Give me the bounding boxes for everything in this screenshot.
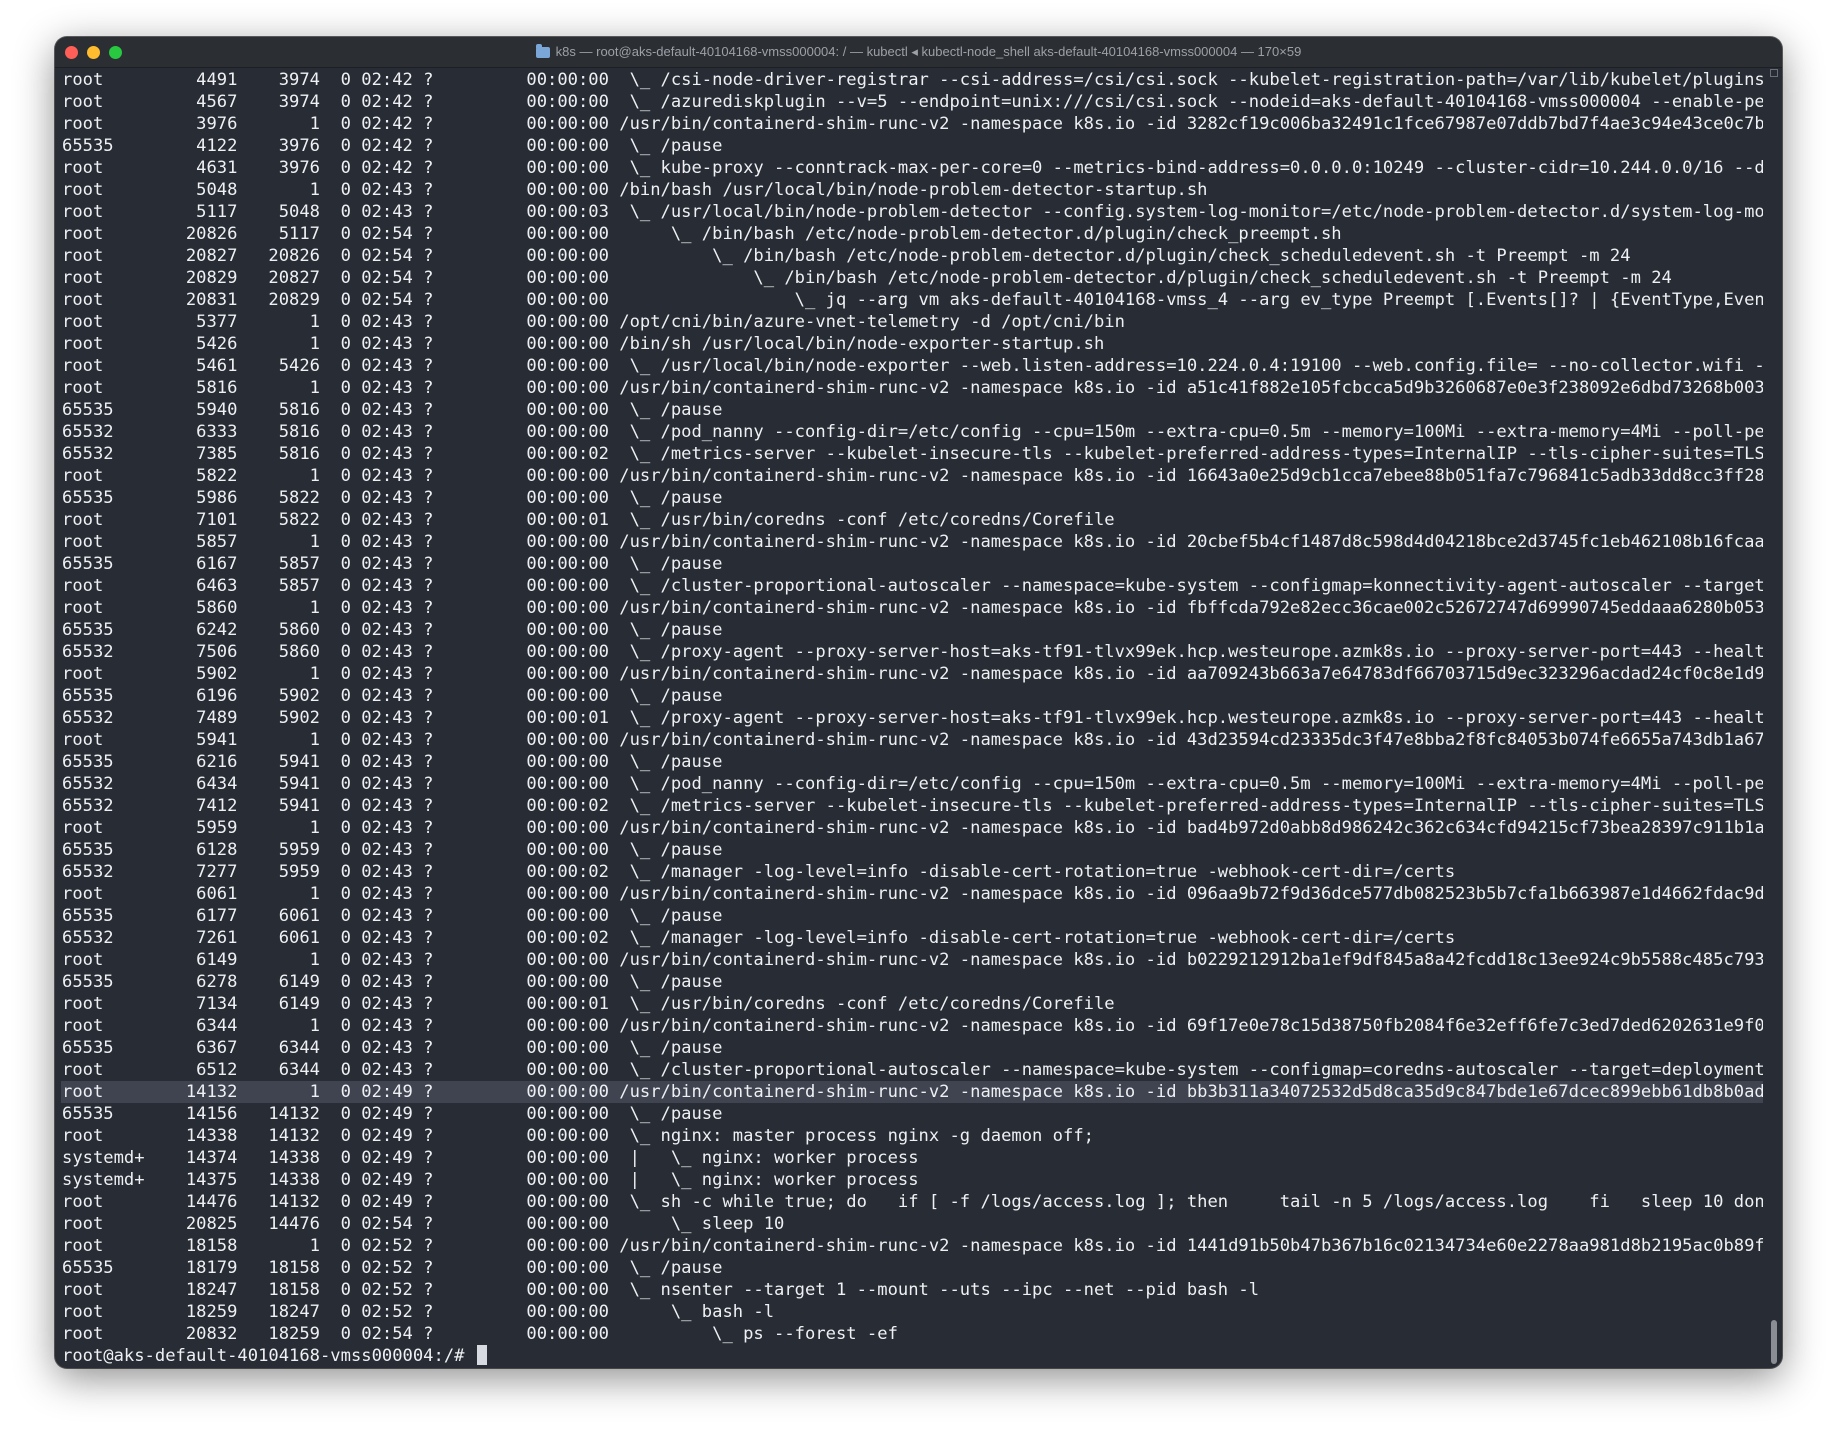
terminal-line: 65535 18179 18158 0 02:52 ? 00:00:00 \_ … <box>62 1258 723 1278</box>
terminal-line: root 14338 14132 0 02:49 ? 00:00:00 \_ n… <box>62 1126 1094 1146</box>
zoom-icon[interactable] <box>109 46 122 59</box>
terminal-line: root 5377 1 0 02:43 ? 00:00:00 /opt/cni/… <box>62 312 1125 332</box>
terminal-line: 65535 6242 5860 0 02:43 ? 00:00:00 \_ /p… <box>62 620 723 640</box>
terminal-line: root 4491 3974 0 02:42 ? 00:00:00 \_ /cs… <box>62 70 1763 90</box>
terminal-line: root 18259 18247 0 02:52 ? 00:00:00 \_ b… <box>62 1302 775 1322</box>
terminal-line: 65532 6333 5816 0 02:43 ? 00:00:00 \_ /p… <box>62 422 1763 442</box>
terminal-line: root 5117 5048 0 02:43 ? 00:00:03 \_ /us… <box>62 202 1763 222</box>
terminal-line: root 6344 1 0 02:43 ? 00:00:00 /usr/bin/… <box>62 1016 1763 1036</box>
folder-icon <box>535 43 550 58</box>
terminal-line: 65535 6216 5941 0 02:43 ? 00:00:00 \_ /p… <box>62 752 723 772</box>
terminal-line: 65535 6177 6061 0 02:43 ? 00:00:00 \_ /p… <box>62 906 723 926</box>
text-cursor <box>476 1345 487 1365</box>
minimize-icon[interactable] <box>87 46 100 59</box>
scrollbar-thumb[interactable] <box>1771 1320 1777 1364</box>
terminal-line: root 5816 1 0 02:43 ? 00:00:00 /usr/bin/… <box>62 378 1763 398</box>
terminal-line: root 18158 1 0 02:52 ? 00:00:00 /usr/bin… <box>62 1236 1763 1256</box>
terminal-line: 65532 7506 5860 0 02:43 ? 00:00:00 \_ /p… <box>62 642 1763 662</box>
terminal-line: 65535 6167 5857 0 02:43 ? 00:00:00 \_ /p… <box>62 554 723 574</box>
terminal-line: root 5426 1 0 02:43 ? 00:00:00 /bin/sh /… <box>62 334 1105 354</box>
terminal-line: root 3976 1 0 02:42 ? 00:00:00 /usr/bin/… <box>62 114 1763 134</box>
close-icon[interactable] <box>65 46 78 59</box>
terminal-line: 65535 5986 5822 0 02:43 ? 00:00:00 \_ /p… <box>62 488 723 508</box>
terminal-line: root 20827 20826 0 02:54 ? 00:00:00 \_ /… <box>62 246 1631 266</box>
terminal-line: 65535 5940 5816 0 02:43 ? 00:00:00 \_ /p… <box>62 400 723 420</box>
terminal-line: root 20829 20827 0 02:54 ? 00:00:00 \_ /… <box>62 268 1672 288</box>
window-controls <box>65 46 122 59</box>
window-title-container: k8s — root@aks-default-40104168-vmss0000… <box>535 43 1302 60</box>
shell-prompt: root@aks-default-40104168-vmss000004:/# <box>62 1346 475 1366</box>
terminal-line: systemd+ 14374 14338 0 02:49 ? 00:00:00 … <box>62 1148 919 1168</box>
terminal-line: root 7134 6149 0 02:43 ? 00:00:01 \_ /us… <box>62 994 1115 1014</box>
terminal-output[interactable]: root 4491 3974 0 02:42 ? 00:00:00 \_ /cs… <box>61 67 1763 1368</box>
terminal-line: 65535 6278 6149 0 02:43 ? 00:00:00 \_ /p… <box>62 972 723 992</box>
terminal-line: systemd+ 14375 14338 0 02:49 ? 00:00:00 … <box>62 1170 919 1190</box>
terminal-line: root 20832 18259 0 02:54 ? 00:00:00 \_ p… <box>62 1324 898 1344</box>
terminal-line: 65532 7489 5902 0 02:43 ? 00:00:01 \_ /p… <box>62 708 1763 728</box>
terminal-line: root 4631 3976 0 02:42 ? 00:00:00 \_ kub… <box>62 158 1763 178</box>
terminal-line: root 4567 3974 0 02:42 ? 00:00:00 \_ /az… <box>62 92 1763 112</box>
terminal-line: 65535 6367 6344 0 02:43 ? 00:00:00 \_ /p… <box>62 1038 723 1058</box>
terminal-line: 65532 7261 6061 0 02:43 ? 00:00:02 \_ /m… <box>62 928 1456 948</box>
terminal-line: root 20826 5117 0 02:54 ? 00:00:00 \_ /b… <box>62 224 1342 244</box>
scrollbar[interactable] <box>1768 67 1780 1367</box>
terminal-line: root 5822 1 0 02:43 ? 00:00:00 /usr/bin/… <box>62 466 1763 486</box>
terminal-line: root 5860 1 0 02:43 ? 00:00:00 /usr/bin/… <box>62 598 1763 618</box>
terminal-line: root 6149 1 0 02:43 ? 00:00:00 /usr/bin/… <box>62 950 1763 970</box>
terminal-line: 65532 7277 5959 0 02:43 ? 00:00:02 \_ /m… <box>62 862 1456 882</box>
terminal-line: root 5959 1 0 02:43 ? 00:00:00 /usr/bin/… <box>62 818 1763 838</box>
terminal-line: root 20825 14476 0 02:54 ? 00:00:00 \_ s… <box>62 1214 785 1234</box>
terminal-line: root 6512 6344 0 02:43 ? 00:00:00 \_ /cl… <box>62 1060 1763 1080</box>
terminal-line: root 20831 20829 0 02:54 ? 00:00:00 \_ j… <box>62 290 1763 310</box>
terminal-line: 65535 6196 5902 0 02:43 ? 00:00:00 \_ /p… <box>62 686 723 706</box>
terminal-line: 65532 7385 5816 0 02:43 ? 00:00:02 \_ /m… <box>62 444 1763 464</box>
terminal-line: root 14476 14132 0 02:49 ? 00:00:00 \_ s… <box>62 1192 1763 1212</box>
terminal-line: 65535 6128 5959 0 02:43 ? 00:00:00 \_ /p… <box>62 840 723 860</box>
terminal-line: root 6463 5857 0 02:43 ? 00:00:00 \_ /cl… <box>62 576 1763 596</box>
terminal-line: root 14132 1 0 02:49 ? 00:00:00 /usr/bin… <box>61 1081 1763 1103</box>
terminal-line: 65532 7412 5941 0 02:43 ? 00:00:02 \_ /m… <box>62 796 1763 816</box>
terminal-line: root 7101 5822 0 02:43 ? 00:00:01 \_ /us… <box>62 510 1115 530</box>
terminal-line: root 18247 18158 0 02:52 ? 00:00:00 \_ n… <box>62 1280 1260 1300</box>
terminal-line: root 5048 1 0 02:43 ? 00:00:00 /bin/bash… <box>62 180 1208 200</box>
terminal-line: 65532 6434 5941 0 02:43 ? 00:00:00 \_ /p… <box>62 774 1763 794</box>
terminal-line: 65535 4122 3976 0 02:42 ? 00:00:00 \_ /p… <box>62 136 723 156</box>
terminal-line: root 6061 1 0 02:43 ? 00:00:00 /usr/bin/… <box>62 884 1763 904</box>
terminal-line: root 5461 5426 0 02:43 ? 00:00:00 \_ /us… <box>62 356 1763 376</box>
terminal-window: k8s — root@aks-default-40104168-vmss0000… <box>55 37 1782 1368</box>
terminal-line: root 5941 1 0 02:43 ? 00:00:00 /usr/bin/… <box>62 730 1763 750</box>
terminal-line: 65535 14156 14132 0 02:49 ? 00:00:00 \_ … <box>62 1104 723 1124</box>
prompt-line[interactable]: root@aks-default-40104168-vmss000004:/# <box>61 1345 1763 1367</box>
terminal-line: root 5902 1 0 02:43 ? 00:00:00 /usr/bin/… <box>62 664 1763 684</box>
scroll-indicator-icon <box>1770 69 1778 77</box>
terminal-line: root 5857 1 0 02:43 ? 00:00:00 /usr/bin/… <box>62 532 1763 552</box>
title-bar: k8s — root@aks-default-40104168-vmss0000… <box>55 37 1782 68</box>
window-title: k8s — root@aks-default-40104168-vmss0000… <box>555 44 1302 59</box>
